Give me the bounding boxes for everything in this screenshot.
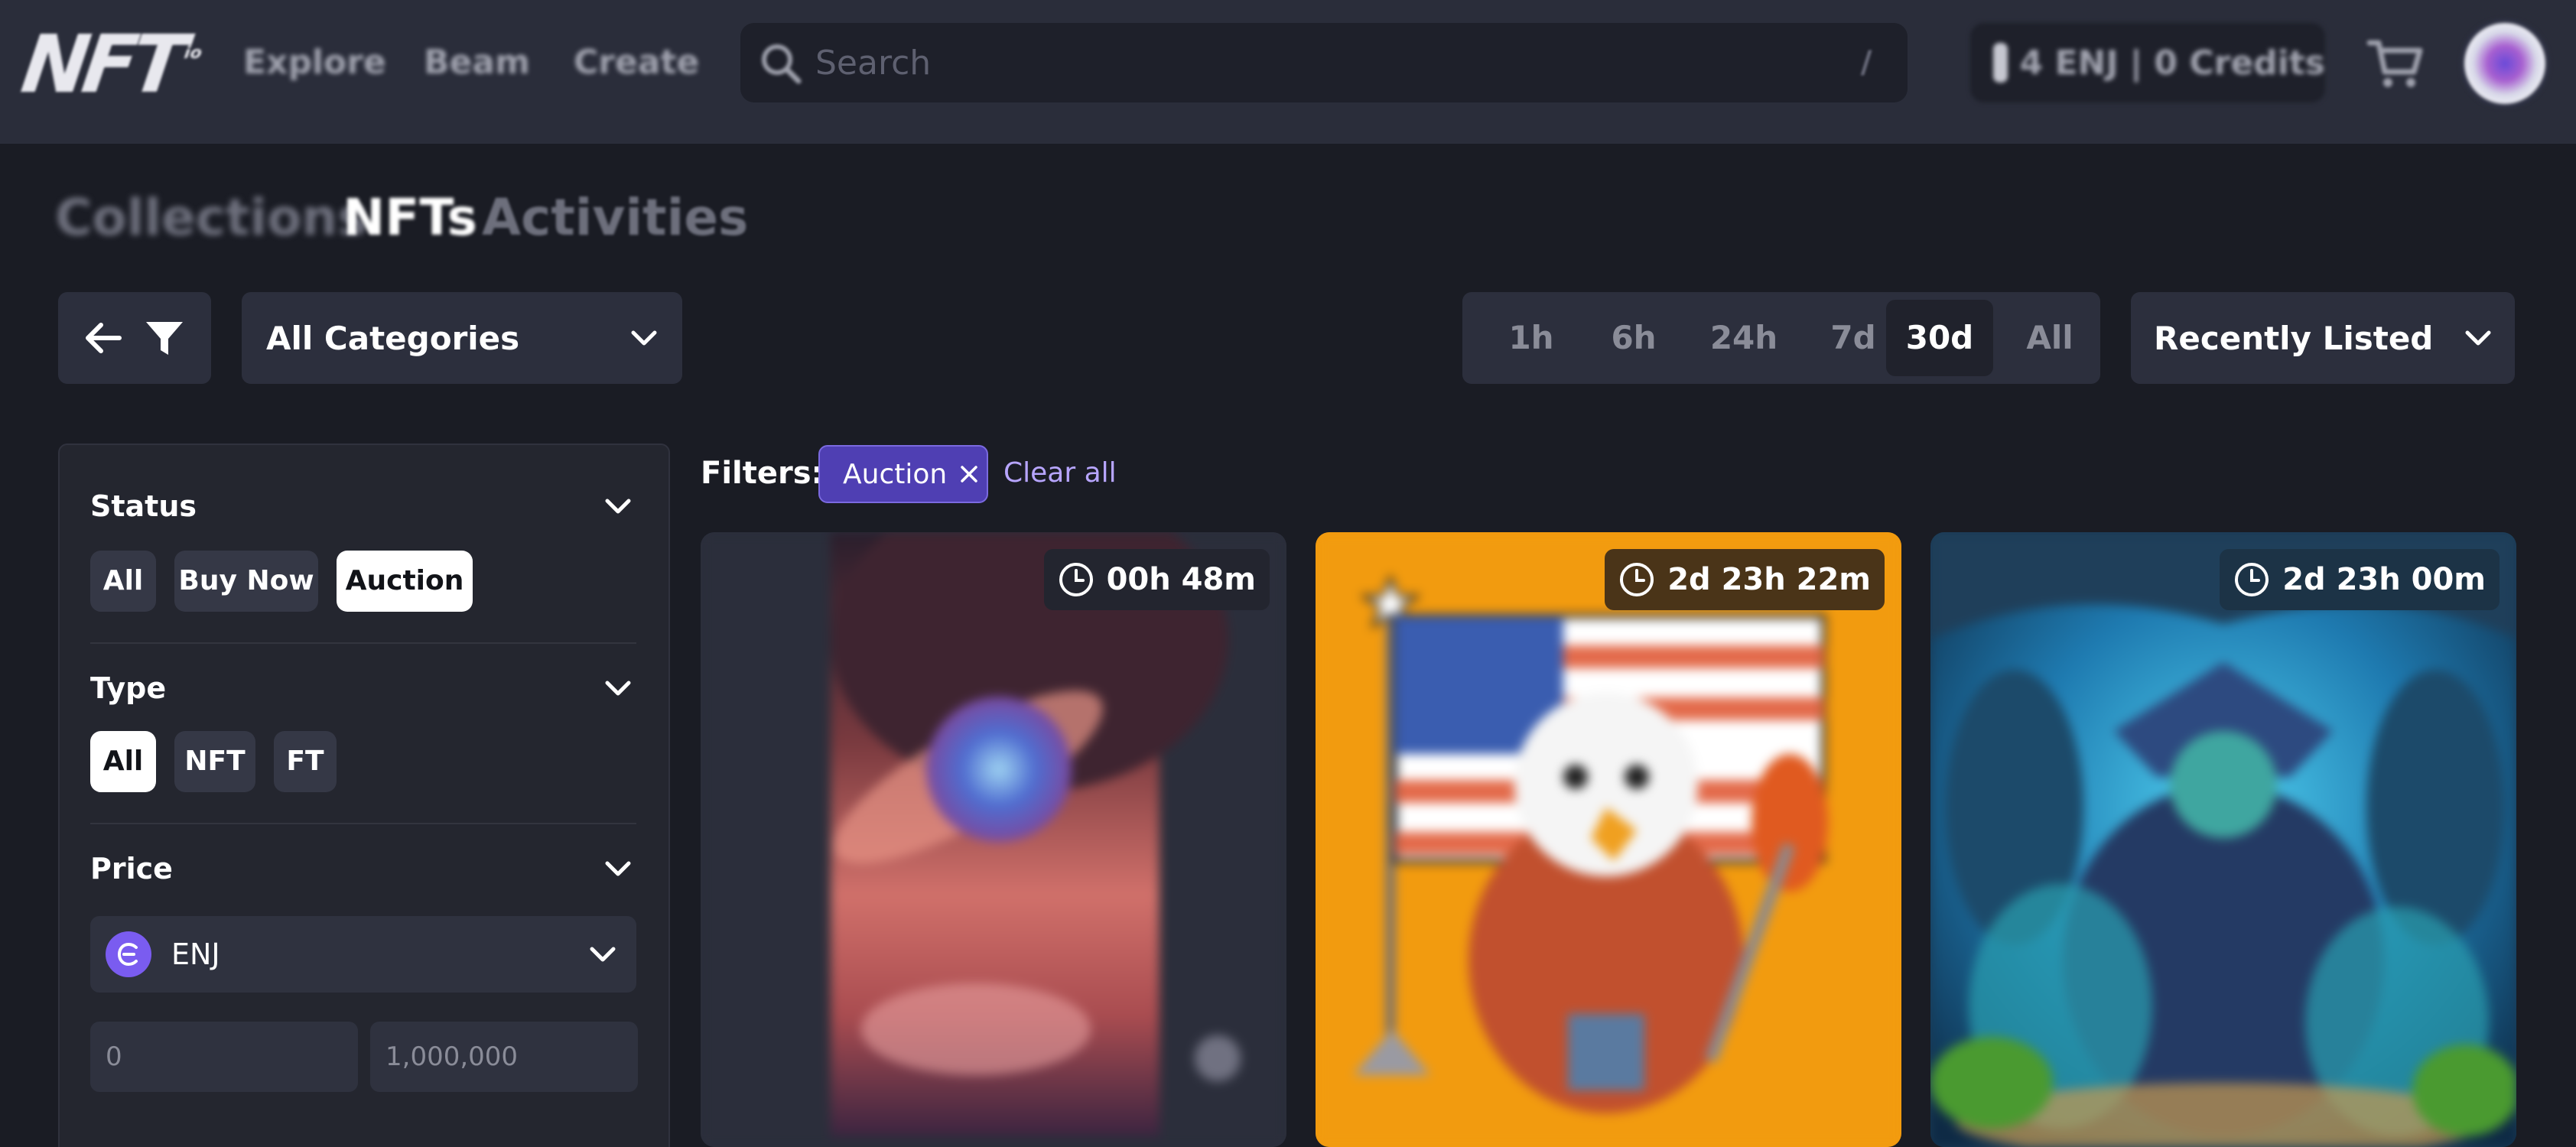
tab-nfts[interactable]: NFTs <box>343 184 477 252</box>
arrow-left-icon <box>86 323 122 353</box>
planet-artwork-image <box>701 532 1286 1147</box>
nav-beam-link[interactable]: Beam <box>424 40 530 86</box>
auction-time-left: 00h 48m <box>1106 562 1256 597</box>
filter-sidebar: Status All Buy Now Auction Type All NFT … <box>58 444 670 1147</box>
filter-icon <box>146 322 183 355</box>
clock-icon <box>2235 563 2269 596</box>
status-section-title: Status <box>90 489 197 523</box>
wallet-balance-label: 4 ENJ | 0 Credits <box>2019 43 2325 83</box>
enj-token-icon <box>106 931 151 977</box>
chevron-down-icon[interactable] <box>603 491 633 522</box>
type-chip-all[interactable]: All <box>90 731 156 792</box>
price-section-title: Price <box>90 852 173 885</box>
site-logo[interactable]: NFT io <box>16 18 218 111</box>
wallet-balance-button[interactable]: 4 ENJ | 0 Credits <box>1970 23 2325 102</box>
clear-all-filters-link[interactable]: Clear all <box>1003 457 1117 489</box>
category-dropdown-label: All Categories <box>266 319 520 357</box>
auction-timer: 2d 23h 00m <box>2220 549 2500 610</box>
category-dropdown[interactable]: All Categories <box>242 292 682 384</box>
tab-collections[interactable]: Collections <box>55 184 368 252</box>
nft-card[interactable]: 2d 23h 00m <box>1930 532 2516 1147</box>
filters-label: Filters: <box>701 456 824 491</box>
section-divider <box>90 642 636 644</box>
time-range-24h[interactable]: 24h <box>1690 300 1797 376</box>
time-range-1h[interactable]: 1h <box>1485 300 1577 376</box>
auction-time-left: 2d 23h 22m <box>1667 562 1871 597</box>
user-avatar[interactable] <box>2460 18 2550 109</box>
sort-dropdown-label: Recently Listed <box>2154 319 2434 357</box>
chevron-down-icon[interactable] <box>603 853 633 884</box>
time-range-all[interactable]: All <box>1996 300 2103 376</box>
chevron-down-icon <box>631 330 657 346</box>
clock-icon <box>1620 563 1654 596</box>
active-filter-chip-auction[interactable]: Auction <box>818 445 988 503</box>
status-chip-auction[interactable]: Auction <box>337 551 473 612</box>
chevron-down-icon <box>2465 330 2491 346</box>
sort-dropdown[interactable]: Recently Listed <box>2131 292 2515 384</box>
logo-text: NFT <box>16 18 187 111</box>
cart-icon[interactable] <box>2365 32 2426 93</box>
type-chip-nft[interactable]: NFT <box>174 731 255 792</box>
auction-time-left: 2d 23h 00m <box>2282 562 2486 597</box>
section-divider <box>90 823 636 824</box>
nft-card[interactable]: 00h 48m <box>701 532 1286 1147</box>
price-max-input[interactable] <box>370 1022 638 1092</box>
search-icon <box>762 44 802 84</box>
forest-goblin-artwork-image <box>1930 532 2516 1147</box>
search-bar[interactable]: / <box>740 23 1908 102</box>
chevron-down-icon <box>590 947 616 962</box>
search-shortcut-key: / <box>1860 45 1872 80</box>
eagle-flag-artwork-image <box>1316 532 1901 1147</box>
type-chip-ft[interactable]: FT <box>274 731 337 792</box>
filter-toggle-button[interactable] <box>58 292 211 384</box>
search-input[interactable] <box>815 38 1733 87</box>
currency-select[interactable]: ENJ <box>90 916 636 993</box>
nft-card[interactable]: 2d 23h 22m <box>1316 532 1901 1147</box>
time-range-6h[interactable]: 6h <box>1582 300 1686 376</box>
auction-timer: 00h 48m <box>1043 549 1270 610</box>
tab-activities[interactable]: Activities <box>482 184 748 252</box>
top-navigation-bar: NFTio Explore Beam Create / 4 ENJ | 0 Cr… <box>0 0 2576 144</box>
nav-create-link[interactable]: Create <box>574 40 699 86</box>
chevron-down-icon[interactable] <box>603 673 633 703</box>
currency-label: ENJ <box>171 937 220 971</box>
clock-icon <box>1059 563 1093 596</box>
auction-timer: 2d 23h 22m <box>1605 549 1885 610</box>
time-range-selector: 1h 6h 24h 7d 30d All <box>1462 292 2100 384</box>
type-section-title: Type <box>90 671 167 705</box>
nav-explore-link[interactable]: Explore <box>243 40 386 86</box>
price-min-input[interactable] <box>90 1022 358 1092</box>
status-chip-all[interactable]: All <box>90 551 156 612</box>
active-filter-label: Auction <box>843 458 948 490</box>
time-range-30d[interactable]: 30d <box>1886 300 1993 376</box>
close-icon[interactable] <box>959 464 979 484</box>
status-chip-buy-now[interactable]: Buy Now <box>174 551 318 612</box>
wallet-icon <box>1993 43 2008 83</box>
